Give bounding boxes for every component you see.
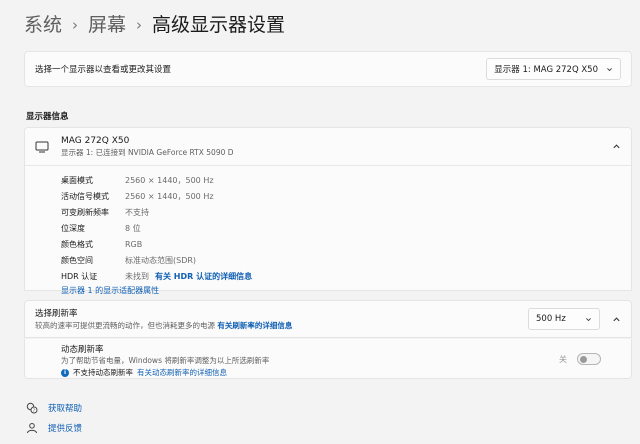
display-selector-dropdown[interactable]: 显示器 1: MAG 272Q X50 — [486, 58, 621, 80]
monitor-info-list: 桌面模式 2560 × 1440，500 Hz 活动信号模式 2560 × 14… — [25, 166, 631, 296]
dynamic-refresh-note-text: 不支持动态刷新率 — [73, 368, 133, 377]
dynamic-refresh-note: i 不支持动态刷新率 有关动态刷新率的详细信息 — [61, 367, 621, 378]
refresh-rate-dropdown[interactable]: 500 Hz — [528, 308, 600, 330]
toggle-knob — [580, 356, 587, 363]
info-label: 颜色格式 — [61, 239, 93, 249]
chevron-down-icon — [607, 67, 612, 71]
monitor-info-card: MAG 272Q X50 显示器 1: 已连接到 NVIDIA GeForce … — [24, 127, 632, 295]
dynamic-refresh-desc: 为了帮助节省电量，Windows 将刷新率调整为以上所选刷新率 — [61, 356, 270, 365]
chevron-up-icon[interactable] — [612, 142, 621, 151]
display-selector-value: 显示器 1: MAG 272Q X50 — [494, 65, 598, 75]
display-selector-label: 选择一个显示器以查看或更改其设置 — [35, 65, 172, 75]
info-label: 位深度 — [61, 223, 85, 233]
dynamic-refresh-link[interactable]: 有关动态刷新率的详细信息 — [137, 367, 227, 378]
feedback-icon — [27, 423, 37, 434]
info-value: 2560 × 1440，500 Hz — [125, 175, 214, 185]
section-title-display-info: 显示器信息 — [26, 112, 69, 122]
info-icon: i — [61, 368, 69, 377]
display-selector-card: 选择一个显示器以查看或更改其设置 显示器 1: MAG 272Q X50 — [24, 51, 632, 87]
toggle-state-label: 关 — [559, 354, 567, 364]
adapter-properties-link[interactable]: 显示器 1 的显示适配器属性 — [61, 285, 631, 296]
give-feedback-link[interactable]: 提供反馈 — [26, 422, 82, 434]
info-row: 可变刷新频率 不支持 — [61, 204, 631, 220]
info-label: 桌面模式 — [61, 175, 93, 185]
info-value: 8 位 — [125, 223, 141, 233]
info-label: HDR 认证 — [61, 271, 98, 281]
dynamic-refresh-toggle[interactable] — [577, 353, 601, 365]
refresh-rate-value: 500 Hz — [536, 314, 566, 324]
info-row: 颜色格式 RGB — [61, 236, 631, 252]
monitor-name: MAG 272Q X50 — [61, 136, 130, 146]
info-row: 活动信号模式 2560 × 1440，500 Hz — [61, 188, 631, 204]
info-label: 颜色空间 — [61, 255, 93, 265]
breadcrumb-system[interactable]: 系统 — [24, 12, 62, 38]
info-row: HDR 认证 未找到 有关 HDR 认证的详细信息 — [61, 268, 631, 284]
help-icon: ? — [26, 402, 38, 414]
refresh-rate-link[interactable]: 有关刷新率的详细信息 — [217, 321, 292, 330]
refresh-rate-card: 选择刷新率 较高的速率可提供更流畅的动作，但也消耗更多的电源 有关刷新率的详细信… — [24, 300, 632, 338]
breadcrumb: 系统 › 屏幕 › 高级显示器设置 — [24, 12, 285, 38]
info-value: 标准动态范围(SDR) — [125, 255, 197, 265]
get-help-label: 获取帮助 — [48, 404, 83, 414]
info-value: 不支持 — [125, 207, 149, 217]
info-value: RGB — [125, 239, 143, 249]
chevron-up-icon[interactable] — [612, 315, 621, 324]
chevron-right-icon: › — [136, 16, 143, 34]
info-row: 桌面模式 2560 × 1440，500 Hz — [61, 172, 631, 188]
hdr-certification-link[interactable]: 有关 HDR 认证的详细信息 — [155, 271, 252, 282]
monitor-connection: 显示器 1: 已连接到 NVIDIA GeForce RTX 5090 D — [61, 148, 234, 157]
info-label: 可变刷新频率 — [61, 207, 109, 217]
info-value: 2560 × 1440，500 Hz — [125, 191, 214, 201]
info-label: 活动信号模式 — [61, 191, 109, 201]
refresh-rate-desc-text: 较高的速率可提供更流畅的动作，但也消耗更多的电源 — [35, 320, 215, 330]
info-row: 颜色空间 标准动态范围(SDR) — [61, 252, 631, 268]
monitor-info-header[interactable]: MAG 272Q X50 显示器 1: 已连接到 NVIDIA GeForce … — [25, 128, 631, 166]
info-row: 位深度 8 位 — [61, 220, 631, 236]
chevron-right-icon: › — [72, 16, 79, 34]
dynamic-refresh-card: 动态刷新率 为了帮助节省电量，Windows 将刷新率调整为以上所选刷新率 i … — [24, 339, 632, 379]
dynamic-refresh-toggle-wrap: 关 — [559, 353, 601, 365]
chevron-down-icon — [586, 317, 591, 321]
give-feedback-label: 提供反馈 — [48, 424, 83, 434]
monitor-icon — [35, 141, 49, 152]
refresh-rate-desc: 较高的速率可提供更流畅的动作，但也消耗更多的电源 有关刷新率的详细信息 — [35, 320, 528, 331]
breadcrumb-display[interactable]: 屏幕 — [88, 12, 126, 38]
dynamic-refresh-title: 动态刷新率 — [61, 345, 104, 355]
refresh-rate-title: 选择刷新率 — [35, 308, 78, 319]
page-title: 高级显示器设置 — [152, 14, 286, 36]
info-value: 未找到 — [125, 271, 149, 281]
get-help-link[interactable]: ? 获取帮助 — [26, 402, 82, 414]
